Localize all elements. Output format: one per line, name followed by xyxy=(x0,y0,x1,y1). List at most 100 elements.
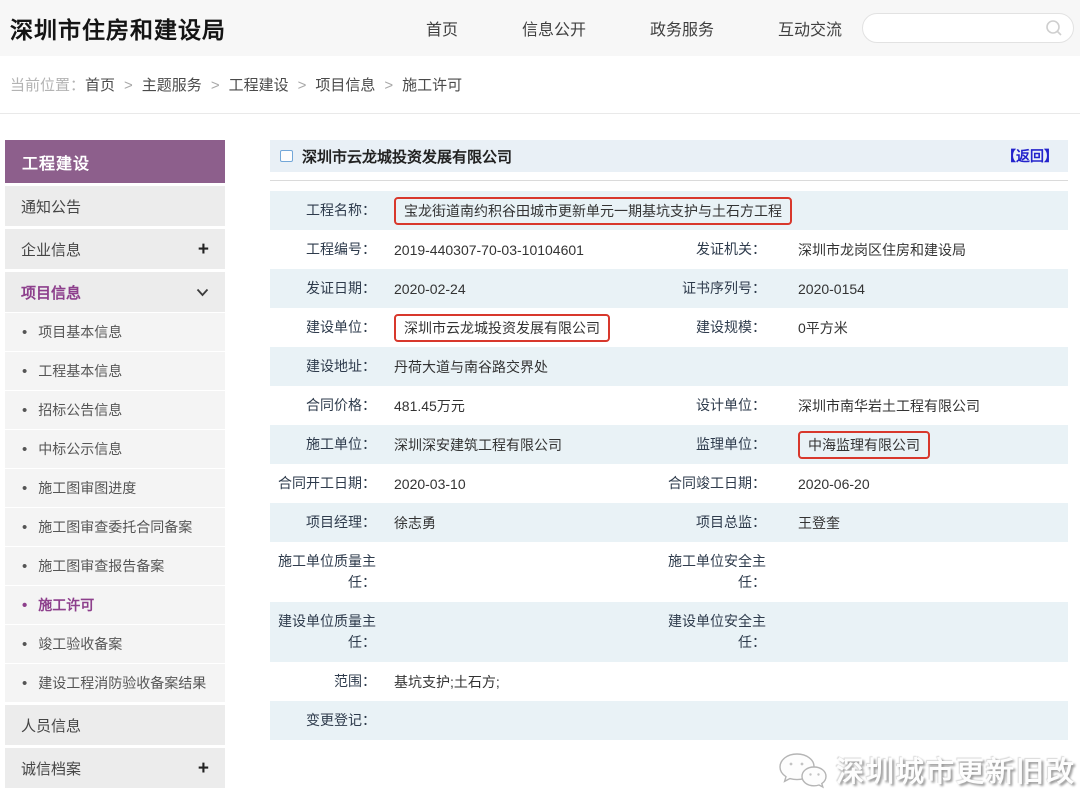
table-row: 施工单位质量主任：施工单位安全主任： xyxy=(270,542,1068,602)
main-nav: 首页 信息公开 政务服务 互动交流 xyxy=(426,16,842,40)
bullet-icon: • xyxy=(22,364,27,379)
breadcrumb-link[interactable]: 主题服务 xyxy=(142,77,202,94)
sidebar: 工程建设 通知公告企业信息+项目信息•项目基本信息•工程基本信息•招标公告信息•… xyxy=(5,140,225,788)
bullet-icon: • xyxy=(22,481,27,496)
field-value: 2019-440307-70-03-10104601 xyxy=(388,240,660,260)
breadcrumb: 当前位置： 首页>主题服务>工程建设>项目信息>施工许可 xyxy=(0,56,1080,114)
back-link[interactable]: 【返回】 xyxy=(1002,146,1058,166)
nav-item[interactable]: 首页 xyxy=(426,16,458,40)
sidebar-item-label: 诚信档案 xyxy=(21,758,81,779)
watermark-text: 深圳城市更新旧改 xyxy=(836,750,1076,790)
sidebar-item-招标公告信息[interactable]: •招标公告信息 xyxy=(5,391,225,429)
sidebar-item-label: 竣工验收备案 xyxy=(38,634,122,654)
table-row: 范围：基坑支护;土石方; xyxy=(270,662,1068,701)
field-label: 建设单位安全主任： xyxy=(660,611,792,653)
breadcrumb-link[interactable]: 项目信息 xyxy=(315,77,375,94)
bullet-icon: • xyxy=(22,442,27,457)
field-value: 深圳深安建筑工程有限公司 xyxy=(388,435,660,455)
sidebar-item-label: 施工图审查委托合同备案 xyxy=(38,517,192,537)
sidebar-item-中标公示信息[interactable]: •中标公示信息 xyxy=(5,430,225,468)
sidebar-item-label: 项目基本信息 xyxy=(38,322,122,342)
field-label: 建设地址： xyxy=(270,356,388,377)
bullet-icon: • xyxy=(22,676,27,691)
search-icon[interactable] xyxy=(1045,19,1063,37)
sidebar-item-工程基本信息[interactable]: • 工程基本信息 xyxy=(5,352,225,390)
sidebar-item-企业信息[interactable]: 企业信息+ xyxy=(5,229,225,269)
breadcrumb-separator: > xyxy=(298,77,307,94)
field-value: 基坑支护;土石方; xyxy=(388,672,1068,692)
field-label: 项目经理： xyxy=(270,512,388,533)
info-table: 工程名称：宝龙街道南约积谷田城市更新单元一期基坑支护与土石方工程工程编号：201… xyxy=(270,191,1068,740)
search-box xyxy=(862,13,1074,43)
field-value: 2020-03-10 xyxy=(388,474,660,494)
plus-icon: + xyxy=(198,759,209,778)
bullet-icon: • xyxy=(22,325,27,340)
breadcrumb-link[interactable]: 施工许可 xyxy=(402,77,462,94)
table-row: 合同开工日期：2020-03-10合同竣工日期：2020-06-20 xyxy=(270,464,1068,503)
nav-item[interactable]: 信息公开 xyxy=(522,16,586,40)
title-divider xyxy=(270,180,1068,181)
table-row: 变更登记： xyxy=(270,701,1068,740)
table-row: 发证日期：2020-02-24证书序列号：2020-0154 xyxy=(270,269,1068,308)
highlight-box: 中海监理有限公司 xyxy=(798,431,930,459)
bullet-icon: • xyxy=(22,403,27,418)
field-label: 变更登记： xyxy=(270,710,388,731)
sidebar-item-项目信息[interactable]: 项目信息 xyxy=(5,272,225,312)
table-row: 工程编号：2019-440307-70-03-10104601发证机关：深圳市龙… xyxy=(270,230,1068,269)
sidebar-item-施工图审查委托合同备案[interactable]: • 施工图审查委托合同备案 xyxy=(5,508,225,546)
field-label: 合同开工日期： xyxy=(270,473,388,494)
field-label: 合同价格： xyxy=(270,395,388,416)
table-row: 项目经理：徐志勇项目总监：王登奎 xyxy=(270,503,1068,542)
breadcrumb-link[interactable]: 首页 xyxy=(85,77,115,94)
field-label: 设计单位： xyxy=(660,395,792,416)
breadcrumb-items: 首页>主题服务>工程建设>项目信息>施工许可 xyxy=(85,74,462,95)
nav-item[interactable]: 互动交流 xyxy=(778,16,842,40)
field-value: 深圳市南华岩土工程有限公司 xyxy=(792,396,1068,416)
breadcrumb-separator: > xyxy=(384,77,393,94)
page-title: 深圳市云龙城投资发展有限公司 xyxy=(302,146,512,167)
bullet-icon: • xyxy=(22,520,27,535)
bullet-icon: • xyxy=(22,637,27,652)
search-input[interactable] xyxy=(873,21,1045,36)
sidebar-item-诚信档案[interactable]: 诚信档案 + xyxy=(5,748,225,788)
field-value: 2020-0154 xyxy=(792,279,1068,299)
watermark: 深圳城市更新旧改 xyxy=(776,748,1076,792)
field-value: 481.45万元 xyxy=(388,396,660,416)
field-label: 证书序列号： xyxy=(660,278,792,299)
sidebar-item-label: 企业信息 xyxy=(21,239,81,260)
field-label: 发证日期： xyxy=(270,278,388,299)
sidebar-item-label: 工程基本信息 xyxy=(38,361,122,381)
content-title-bar: 深圳市云龙城投资发展有限公司 【返回】 xyxy=(270,140,1068,172)
page-layout: 工程建设 通知公告企业信息+项目信息•项目基本信息•工程基本信息•招标公告信息•… xyxy=(0,114,1080,788)
field-value: 0平方米 xyxy=(792,318,1068,338)
sidebar-item-施工图审图进度[interactable]: • 施工图审图进度 xyxy=(5,469,225,507)
nav-item[interactable]: 政务服务 xyxy=(650,16,714,40)
field-label: 建设单位： xyxy=(270,317,388,338)
field-label: 合同竣工日期： xyxy=(660,473,792,494)
sidebar-item-人员信息[interactable]: 人员信息 xyxy=(5,705,225,745)
sidebar-item-项目基本信息[interactable]: • 项目基本信息 xyxy=(5,313,225,351)
field-label: 施工单位质量主任： xyxy=(270,551,388,593)
sidebar-item-施工图审查报告备案[interactable]: • 施工图审查报告备案 xyxy=(5,547,225,585)
sidebar-item-label: 施工图审查报告备案 xyxy=(38,556,164,576)
sidebar-item-label: 施工图审图进度 xyxy=(38,478,136,498)
sidebar-item-施工许可[interactable]: •施工许可 xyxy=(5,586,225,624)
field-value: 2020-02-24 xyxy=(388,279,660,299)
sidebar-item-建设工程消防验收备案结果[interactable]: •建设工程消防验收备案结果 xyxy=(5,664,225,702)
sidebar-item-竣工验收备案[interactable]: • 竣工验收备案 xyxy=(5,625,225,663)
field-label: 工程名称： xyxy=(270,200,388,221)
table-row: 施工单位：深圳深安建筑工程有限公司监理单位：中海监理有限公司 xyxy=(270,425,1068,464)
sidebar-item-label: 人员信息 xyxy=(21,715,81,736)
breadcrumb-link[interactable]: 工程建设 xyxy=(229,77,289,94)
field-value: 深圳市龙岗区住房和建设局 xyxy=(792,240,1068,260)
field-label: 项目总监： xyxy=(660,512,792,533)
table-row: 工程名称：宝龙街道南约积谷田城市更新单元一期基坑支护与土石方工程 xyxy=(270,191,1068,230)
field-label: 建设单位质量主任： xyxy=(270,611,388,653)
breadcrumb-separator: > xyxy=(211,77,220,94)
table-row: 建设单位质量主任： 建设单位安全主任： xyxy=(270,602,1068,662)
field-label: 监理单位： xyxy=(660,434,792,455)
sidebar-item-通知公告[interactable]: 通知公告 xyxy=(5,186,225,226)
bullet-icon: • xyxy=(22,559,27,574)
table-row: 建设单位：深圳市云龙城投资发展有限公司建设规模：0平方米 xyxy=(270,308,1068,347)
field-value: 中海监理有限公司 xyxy=(792,429,1068,461)
